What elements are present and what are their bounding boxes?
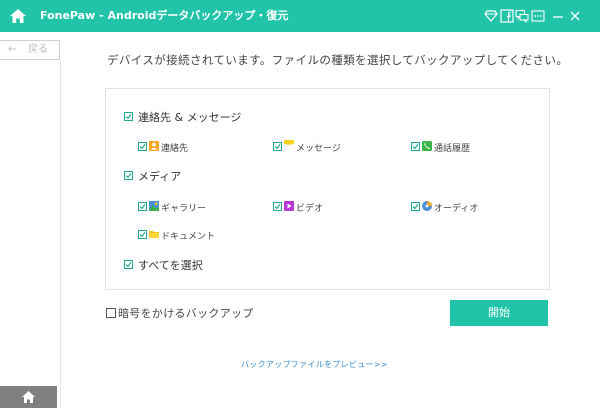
facebook-icon[interactable] [500, 9, 514, 23]
contacts-messages-checkbox[interactable] [124, 112, 133, 121]
media-label[interactable]: メディア [138, 168, 181, 184]
chat-icon[interactable] [515, 9, 529, 23]
call-log-checkbox[interactable] [411, 142, 420, 151]
video-checkbox[interactable] [273, 202, 282, 211]
instruction-text: デバイスが接続されています。ファイルの種類を選択してバックアップしてください。 [107, 53, 569, 67]
phone-icon [422, 141, 432, 151]
encrypt-backup-checkbox[interactable] [106, 308, 116, 318]
contacts-icon [149, 141, 159, 151]
preview-backup-link[interactable]: バックアップファイルをプレビュー>> [241, 359, 388, 370]
title-bar: FonePaw - Androidデータバックアップ・復元 [0, 0, 600, 32]
bottom-home-button[interactable] [0, 386, 57, 408]
documents-label[interactable]: ドキュメント [161, 229, 215, 242]
gallery-checkbox[interactable] [138, 202, 147, 211]
minimize-icon[interactable] [551, 9, 565, 23]
audio-checkbox[interactable] [411, 202, 420, 211]
media-checkbox[interactable] [124, 171, 133, 180]
gallery-label[interactable]: ギャラリー [161, 201, 206, 214]
contacts-label[interactable]: 連絡先 [161, 141, 188, 154]
select-all-checkbox[interactable] [124, 260, 133, 269]
call-log-label[interactable]: 通話履歴 [434, 141, 470, 154]
back-button-label: 戻る [28, 44, 48, 55]
contacts-messages-label[interactable]: 連絡先 & メッセージ [138, 109, 241, 125]
gallery-icon [149, 201, 159, 211]
documents-checkbox[interactable] [138, 230, 147, 239]
app-title: FonePaw - Androidデータバックアップ・復元 [40, 9, 289, 22]
encrypt-backup-label[interactable]: 暗号をかけるバックアップ [118, 305, 254, 321]
sidebar-divider [60, 60, 61, 408]
home-icon [22, 391, 35, 403]
back-arrow-icon: ← [8, 44, 17, 55]
home-icon[interactable] [9, 7, 27, 25]
audio-label[interactable]: オーディオ [434, 201, 478, 214]
back-button[interactable]: ← 戻る [0, 40, 60, 60]
start-button[interactable]: 開始 [450, 300, 548, 326]
video-icon [284, 201, 294, 211]
audio-icon [422, 201, 432, 211]
contacts-checkbox[interactable] [138, 142, 147, 151]
select-all-label[interactable]: すべてを選択 [138, 257, 203, 273]
messages-label[interactable]: メッセージ [296, 141, 341, 154]
file-type-panel: 連絡先 & メッセージ 連絡先 メッセージ 通話履歴 メディア ギャラリー ビデ… [105, 88, 550, 290]
message-icon [284, 140, 294, 145]
messages-checkbox[interactable] [273, 142, 282, 151]
diamond-icon[interactable] [484, 9, 498, 23]
menu-icon[interactable] [531, 9, 545, 23]
folder-icon [149, 231, 159, 238]
video-label[interactable]: ビデオ [296, 201, 323, 214]
close-icon[interactable] [568, 9, 582, 23]
